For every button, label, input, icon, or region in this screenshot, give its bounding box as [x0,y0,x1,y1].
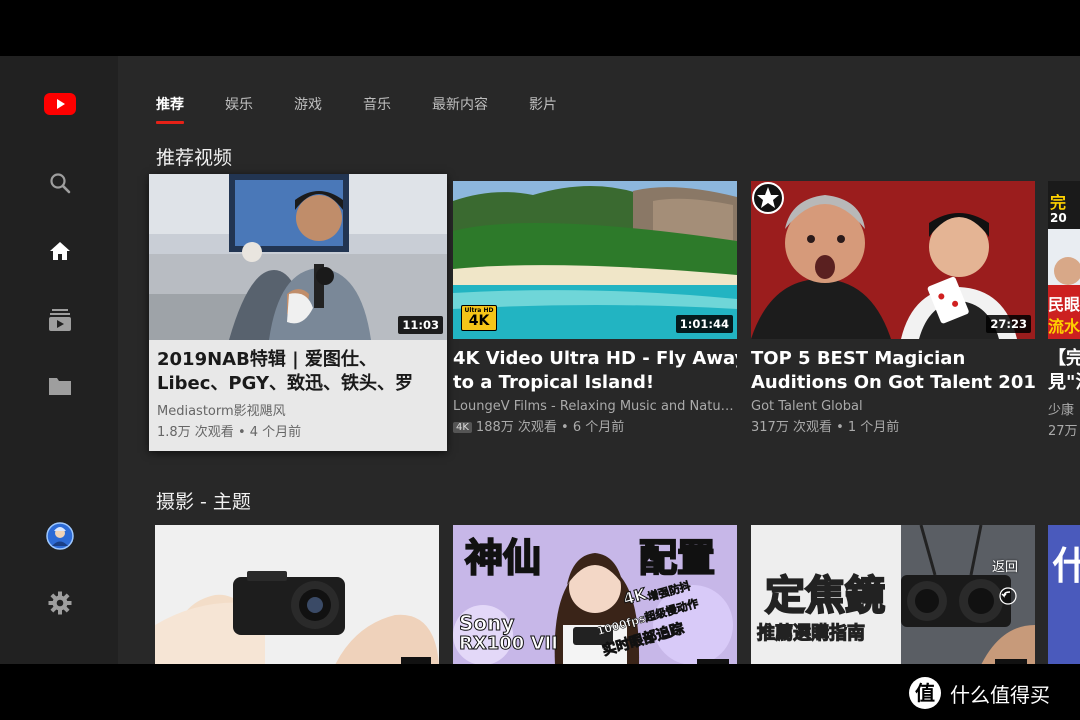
thumb-title: 定焦鏡 [764,572,886,620]
thumb-title: 什 [1052,544,1080,588]
library-folder-icon[interactable] [40,366,80,406]
video-title-line2: to a Tropical Island! [453,372,655,393]
video-views: 188万 次观看 [475,420,557,435]
sidebar [0,56,118,664]
video-views: 317万 次观看 [751,420,832,435]
video-thumbnail: Ultra HD 4K 1:01:44 [453,181,737,339]
video-meta: 1.8万 次观看 • 4 个月前 [157,425,302,440]
youtube-tv-app: 推荐 娱乐 游戏 音乐 最新内容 影片 推荐视频 11:03 2019NAB特辑… [0,56,1080,664]
thumb-text: 流水 [1048,317,1080,336]
youtube-logo-icon[interactable] [40,84,80,124]
smzdm-logo-icon: 值 [909,677,941,709]
section-title-photography: 摄影 - 主题 [156,491,251,513]
video-views: 1.8万 次观看 [157,425,234,440]
home-icon[interactable] [40,231,80,271]
video-age: 6 个月前 [572,420,625,435]
video-channel: LoungeV Films - Relaxing Music and Natur… [453,399,737,414]
video-title: 2019NAB特辑 | 爱图仕、 [157,349,377,370]
video-age: 1 个月前 [847,420,900,435]
video-card[interactable]: 完 20 民眼 流水 【完 見"泪 少康 27万 [1048,181,1080,451]
video-title-line2: 見"泪 [1048,372,1080,393]
video-title-line2: Libec、PGY、致迅、铁头、罗 [157,373,414,394]
video-channel: Got Talent Global [751,399,863,414]
4k-tag: 4K [453,422,472,433]
thumb-caption: RX100 VII [459,633,559,655]
avatar[interactable] [40,516,80,556]
video-title: TOP 5 BEST Magician [751,348,966,369]
thumb-title-right: 配置 [638,535,716,581]
video-thumbnail: 27:23 [751,181,1035,339]
video-card[interactable]: Ultra HD 4K 1:01:44 4K Video Ultra HD - … [453,181,737,451]
tab-gaming[interactable]: 游戏 [294,94,322,124]
tab-entertainment[interactable]: 娱乐 [225,94,253,124]
video-thumbnail: 完 20 民眼 流水 [1048,181,1080,339]
video-card[interactable] [155,525,439,664]
video-card[interactable]: 定焦鏡 推薦選購指南 [751,525,1035,664]
watermark: 值 什么值得买 [908,676,1050,710]
thumb-text: 完 [1050,193,1067,212]
watermark-text: 什么值得买 [950,682,1050,707]
4k-label: 4K [468,313,490,329]
video-duration: 1:01:44 [675,315,733,333]
video-channel: 少康 [1048,403,1075,418]
video-duration: 11:03 [398,316,443,334]
video-card[interactable]: 什 [1048,525,1080,664]
back-label[interactable]: 返回 [992,556,1018,575]
video-card[interactable]: 11:03 2019NAB特辑 | 爱图仕、 Libec、PGY、致迅、铁头、罗… [149,174,447,451]
search-icon[interactable] [40,163,80,203]
thumb-caption: Sony [458,611,515,636]
4k-badge: Ultra HD 4K [461,305,497,331]
tab-latest[interactable]: 最新内容 [432,94,488,124]
video-thumbnail: 11:03 [149,174,447,340]
section-title-recommended: 推荐视频 [156,147,233,169]
video-title: 【完 [1048,348,1080,369]
video-card[interactable]: 神仙 配置 Sony RX100 VII 4K 增强防抖 1000fps超级慢动… [453,525,737,664]
video-thumbnail [155,525,439,664]
video-card[interactable]: 27:23 TOP 5 BEST Magician Auditions On G… [751,181,1035,451]
video-meta: 4K 188万 次观看 • 6 个月前 [453,416,737,435]
star-icon [752,182,784,214]
tab-movies[interactable]: 影片 [529,94,557,124]
video-duration: 27:23 [986,315,1031,333]
video-age: 4 个月前 [249,425,302,440]
video-title: 4K Video Ultra HD - Fly Away [453,348,737,369]
tab-music[interactable]: 音乐 [363,94,391,124]
thumb-text: 20 [1050,211,1067,225]
video-title-line2: Auditions On Got Talent 2019! [751,372,1035,393]
top-black-bar [0,0,1080,56]
video-meta: 317万 次观看 • 1 个月前 [751,420,900,435]
thumb-text: 民眼 [1048,295,1080,314]
back-icon [999,587,1017,605]
gear-icon[interactable] [40,583,80,623]
video-channel: Mediastorm影视飓风 [157,404,286,419]
category-tabs: 推荐 娱乐 游戏 音乐 最新内容 影片 [156,94,598,124]
video-views: 27万 [1048,424,1078,439]
thumb-subtitle: 推薦選購指南 [757,623,866,645]
subscriptions-icon[interactable] [40,300,80,340]
svg-text:值: 值 [915,681,935,705]
thumb-title-left: 神仙 [464,535,542,581]
tab-recommended[interactable]: 推荐 [156,94,184,124]
